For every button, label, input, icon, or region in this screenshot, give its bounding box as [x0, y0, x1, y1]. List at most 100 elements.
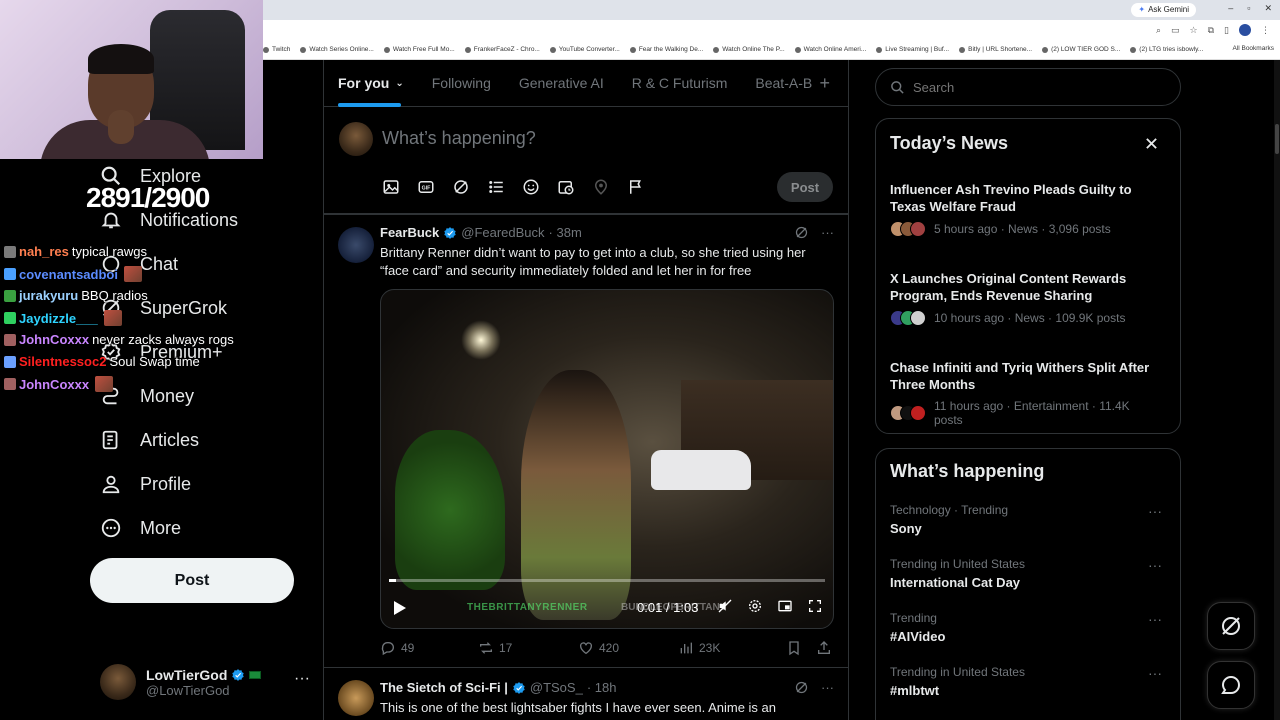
star-icon[interactable]: ☆ [1190, 25, 1198, 36]
tweet-tools: ··· [794, 680, 834, 695]
tab-for-you[interactable]: For you ⌄ [338, 60, 404, 107]
tweet-author-name[interactable]: The Sietch of Sci-Fi | [380, 680, 508, 695]
nav-item-money[interactable]: Money [90, 376, 290, 416]
tweet-author-handle[interactable]: @TSoS_ [530, 680, 583, 695]
trend-item[interactable]: Technology · Trending Sony ··· [890, 503, 1170, 536]
browser-profile-avatar[interactable] [1239, 24, 1251, 36]
trend-item[interactable]: Trending in United States #mlbtwt ··· [890, 665, 1170, 698]
emoji-icon[interactable] [522, 178, 540, 196]
bookmark-item[interactable]: FrankerFaceZ - Chro... [464, 46, 540, 53]
bookmark-item[interactable]: Bitly | URL Shortene... [959, 46, 1032, 53]
bookmark-item[interactable]: Twitch [263, 46, 290, 53]
post-button[interactable]: Post [90, 558, 294, 603]
bookmark-label: FrankerFaceZ - Chro... [473, 46, 540, 53]
page-scrollbar[interactable] [1274, 60, 1280, 720]
trend-item[interactable]: Trending #AIVideo ··· [890, 611, 1170, 644]
bookmark-item[interactable]: Live Streaming | Buf... [876, 46, 949, 53]
fullscreen-icon[interactable] [807, 598, 823, 614]
like-button[interactable]: 420 [578, 640, 678, 656]
close-window-icon[interactable]: ✕ [1264, 3, 1272, 14]
add-tab-icon[interactable]: + [819, 73, 830, 94]
tweet-author-name[interactable]: FearBuck [380, 225, 439, 240]
tweet-video[interactable]: THEBRITTANYRENNER BUNDLEOFBRITTANY 0:01 … [380, 289, 834, 629]
browser-menu-icon[interactable]: ⋮ [1261, 25, 1270, 36]
gemini-spark-icon: ✦ [1138, 5, 1146, 14]
all-bookmarks-link[interactable]: All Bookmarks [1226, 45, 1274, 52]
nav-item-more[interactable]: More [90, 508, 290, 548]
schedule-icon[interactable] [557, 178, 575, 196]
restore-icon[interactable]: ▫ [1247, 3, 1250, 14]
messages-float-button[interactable] [1207, 661, 1255, 709]
tweet-avatar[interactable] [338, 680, 374, 716]
media-icon[interactable] [382, 178, 400, 196]
minimize-icon[interactable]: – [1228, 3, 1233, 14]
close-icon[interactable] [1145, 137, 1158, 150]
tweet-author-handle[interactable]: @FearedBuck [461, 225, 544, 240]
tweet-more-icon[interactable]: ··· [821, 680, 834, 695]
news-item[interactable]: Chase Infiniti and Tyriq Withers Split A… [890, 359, 1160, 427]
pip-icon[interactable] [777, 598, 793, 614]
account-switcher[interactable]: LowTierGod @LowTierGod ··· [100, 660, 310, 704]
compose-input[interactable]: What’s happening? [382, 128, 536, 149]
bookmark-item[interactable]: Watch Series Online... [300, 46, 374, 53]
share-button[interactable] [816, 640, 832, 656]
flag-icon[interactable] [627, 178, 645, 196]
grok-explain-icon[interactable] [794, 225, 809, 240]
bookmark-item[interactable]: Fear the Walking De... [629, 46, 703, 53]
search-input[interactable] [913, 79, 1089, 95]
tab-generative-ai[interactable]: Generative AI [519, 60, 604, 107]
tab-following[interactable]: Following [432, 60, 491, 107]
grok-float-button[interactable] [1207, 602, 1255, 650]
grok-icon [1222, 617, 1240, 635]
tab-beat-a-b[interactable]: Beat-A-B [755, 60, 812, 107]
trend-more-icon[interactable]: ··· [1148, 665, 1162, 681]
gif-icon[interactable]: GIF [417, 178, 435, 196]
compose-post-button[interactable]: Post [777, 172, 833, 202]
split-icon[interactable]: ▯ [1224, 25, 1229, 36]
tweet-avatar[interactable] [338, 227, 374, 263]
play-icon[interactable] [393, 600, 407, 616]
nav-item-articles[interactable]: Articles [90, 420, 290, 460]
tweet[interactable]: The Sietch of Sci-Fi | @TSoS_ · 18h ··· … [324, 667, 848, 720]
extensions-icon[interactable]: ⧉ [1208, 25, 1214, 36]
reply-button[interactable]: 49 [380, 640, 478, 656]
account-more-icon[interactable]: ··· [294, 670, 310, 688]
bookmark-item[interactable]: (2) LOW TIER GOD S... [1042, 46, 1120, 53]
settings-icon[interactable] [747, 598, 763, 614]
video-progress-bar[interactable] [389, 579, 825, 582]
bookmark-item[interactable]: YouTube Converter... [549, 46, 620, 53]
tab-r-c-futurism[interactable]: R & C Futurism [632, 60, 728, 107]
ask-gemini-button[interactable]: ✦ Ask Gemini [1131, 3, 1196, 17]
nav-item-profile[interactable]: Profile [90, 464, 290, 504]
bookmark-item[interactable]: Watch Online The P... [713, 46, 785, 53]
trend-more-icon[interactable]: ··· [1148, 611, 1162, 627]
bookmark-item[interactable]: Watch Free Full Mo... [383, 46, 455, 53]
tweet-timestamp[interactable]: · 38m [549, 225, 582, 240]
search-box[interactable] [875, 68, 1181, 106]
search-page-icon[interactable]: ⌕ [1156, 25, 1161, 36]
trend-more-icon[interactable]: ··· [1148, 503, 1162, 519]
news-item[interactable]: X Launches Original Content Rewards Prog… [890, 270, 1160, 326]
news-item[interactable]: Influencer Ash Trevino Pleads Guilty to … [890, 181, 1160, 237]
tweet-text: This is one of the best lightsaber fight… [380, 700, 776, 715]
poll-icon[interactable] [487, 178, 505, 196]
grok-explain-icon[interactable] [794, 680, 809, 695]
compose-toolbar: GIF [382, 178, 645, 196]
trend-item[interactable]: Trending in United States International C… [890, 557, 1170, 590]
repost-button[interactable]: 17 [478, 640, 578, 656]
grok-icon[interactable] [452, 178, 470, 196]
trend-more-icon[interactable]: ··· [1148, 557, 1162, 573]
address-bar[interactable]: ⌕ ▭ ☆ ⧉ ▯ ⋮ [263, 20, 1280, 40]
mute-icon[interactable] [717, 598, 733, 614]
views-icon [680, 642, 692, 654]
news-meta: 11 hours ago · Entertainment · 11.4K pos… [934, 399, 1130, 427]
tweet-timestamp[interactable]: · 18h [587, 680, 617, 695]
tweet[interactable]: FearBuck @FearedBuck · 38m ··· Brittany … [324, 214, 848, 666]
views-button[interactable]: 23K [678, 640, 782, 656]
bookmark-button[interactable] [786, 640, 802, 656]
bookmark-item[interactable]: Watch Online Ameri... [794, 46, 866, 53]
tweet-more-icon[interactable]: ··· [821, 225, 834, 240]
bookmark-item[interactable]: (2) LTG tries isbowly... [1130, 46, 1203, 53]
scrollbar-thumb[interactable] [1275, 124, 1279, 154]
cast-icon[interactable]: ▭ [1171, 25, 1180, 36]
